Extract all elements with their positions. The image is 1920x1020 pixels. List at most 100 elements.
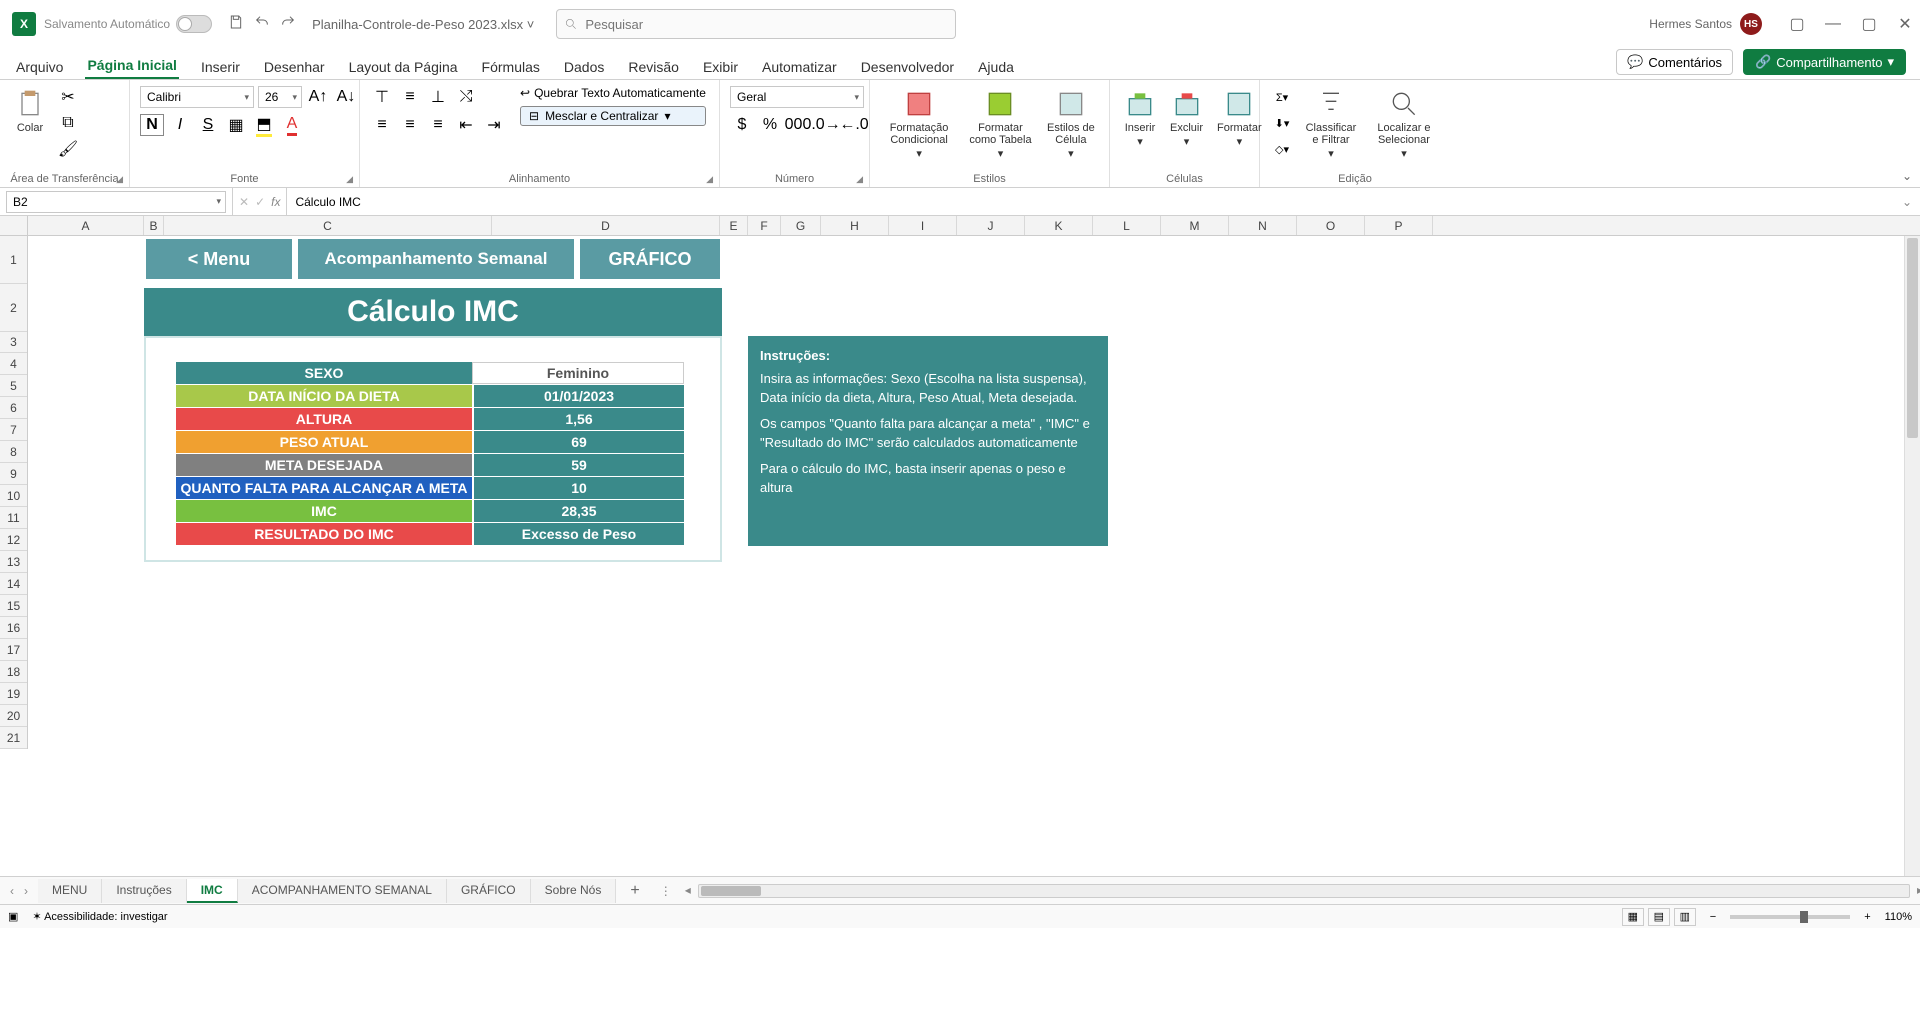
vertical-scrollbar[interactable]: [1904, 236, 1920, 876]
row-header[interactable]: 15: [0, 595, 27, 617]
accessibility-status[interactable]: ✶ Acessibilidade: investigar: [32, 910, 167, 923]
undo-icon[interactable]: [254, 14, 270, 35]
row-header[interactable]: 6: [0, 397, 27, 419]
data-value[interactable]: Feminino: [472, 362, 684, 384]
sheet-tab[interactable]: IMC: [187, 879, 238, 903]
data-value[interactable]: 59: [472, 454, 684, 476]
merge-center-button[interactable]: ⊟Mesclar e Centralizar ▾: [520, 106, 706, 126]
row-header[interactable]: 13: [0, 551, 27, 573]
zoom-slider[interactable]: [1730, 915, 1850, 919]
row-header[interactable]: 5: [0, 375, 27, 397]
italic-icon[interactable]: I: [168, 114, 192, 136]
align-left-icon[interactable]: ≡: [370, 114, 394, 136]
column-header[interactable]: G: [781, 216, 821, 235]
increase-font-icon[interactable]: A↑: [306, 86, 330, 108]
currency-icon[interactable]: $: [730, 114, 754, 136]
maximize-icon[interactable]: ▢: [1860, 15, 1878, 33]
column-header[interactable]: I: [889, 216, 957, 235]
align-middle-icon[interactable]: ≡: [398, 86, 422, 108]
format-cells-button[interactable]: Formatar ▾: [1213, 86, 1266, 150]
add-sheet-button[interactable]: +: [616, 882, 653, 900]
column-header[interactable]: A: [28, 216, 144, 235]
fx-icon[interactable]: fx: [271, 195, 280, 209]
tab-review[interactable]: Revisão: [626, 55, 681, 79]
align-bottom-icon[interactable]: ⊥: [426, 86, 450, 108]
align-center-icon[interactable]: ≡: [398, 114, 422, 136]
comments-button[interactable]: 💬 Comentários: [1616, 49, 1733, 75]
row-header[interactable]: 7: [0, 419, 27, 441]
normal-view-icon[interactable]: ▦: [1622, 908, 1644, 926]
increase-indent-icon[interactable]: ⇥: [482, 114, 506, 136]
formula-input[interactable]: Cálculo IMC: [287, 195, 1893, 209]
increase-decimal-icon[interactable]: .0→: [814, 114, 838, 136]
minimize-icon[interactable]: —: [1824, 15, 1842, 33]
data-value[interactable]: 01/01/2023: [472, 385, 684, 407]
column-header[interactable]: N: [1229, 216, 1297, 235]
tab-draw[interactable]: Desenhar: [262, 55, 327, 79]
format-as-table-button[interactable]: Formatar como Tabela ▾: [964, 86, 1037, 162]
cancel-formula-icon[interactable]: ✕: [239, 195, 249, 209]
cell-styles-button[interactable]: Estilos de Célula ▾: [1043, 86, 1099, 162]
column-header[interactable]: E: [720, 216, 748, 235]
sheet-acomp-button[interactable]: Acompanhamento Semanal: [298, 239, 574, 279]
save-icon[interactable]: [228, 14, 244, 35]
column-header[interactable]: D: [492, 216, 720, 235]
sheet-tab[interactable]: ACOMPANHAMENTO SEMANAL: [238, 879, 447, 903]
row-header[interactable]: 14: [0, 573, 27, 595]
row-header[interactable]: 3: [0, 332, 27, 353]
zoom-in-icon[interactable]: +: [1864, 911, 1870, 923]
close-icon[interactable]: ✕: [1896, 15, 1914, 33]
tab-developer[interactable]: Desenvolvedor: [859, 55, 956, 79]
column-header[interactable]: C: [164, 216, 492, 235]
font-name-combo[interactable]: Calibri: [140, 86, 254, 108]
sheet-tab[interactable]: GRÁFICO: [447, 879, 531, 903]
sheet-tab[interactable]: Sobre Nós: [531, 879, 617, 903]
row-header[interactable]: 8: [0, 441, 27, 463]
align-top-icon[interactable]: ⊤: [370, 86, 394, 108]
align-right-icon[interactable]: ≡: [426, 114, 450, 136]
data-value[interactable]: 10: [472, 477, 684, 499]
bold-icon[interactable]: N: [140, 114, 164, 136]
column-header[interactable]: H: [821, 216, 889, 235]
expand-formula-bar-icon[interactable]: ⌄: [1894, 195, 1920, 209]
sheet-prev-icon[interactable]: ‹: [10, 884, 14, 898]
avatar[interactable]: HS: [1740, 13, 1762, 35]
sheet-grafico-button[interactable]: GRÁFICO: [580, 239, 720, 279]
sheet-menu-button[interactable]: < Menu: [146, 239, 292, 279]
row-header[interactable]: 4: [0, 353, 27, 375]
zoom-out-icon[interactable]: −: [1710, 911, 1716, 923]
enter-formula-icon[interactable]: ✓: [255, 195, 265, 209]
redo-icon[interactable]: [280, 14, 296, 35]
collapse-ribbon-icon[interactable]: ⌄: [1902, 169, 1912, 183]
row-header[interactable]: 21: [0, 727, 27, 749]
format-painter-icon[interactable]: 🖌: [56, 138, 80, 160]
auto-save-toggle[interactable]: [176, 15, 212, 33]
column-header[interactable]: L: [1093, 216, 1161, 235]
page-layout-view-icon[interactable]: ▤: [1648, 908, 1670, 926]
tab-file[interactable]: Arquivo: [14, 55, 65, 79]
row-header[interactable]: 9: [0, 463, 27, 485]
share-button[interactable]: 🔗 Compartilhamento ▾: [1743, 49, 1906, 75]
orientation-icon[interactable]: ⤭: [454, 86, 478, 108]
horizontal-scrollbar[interactable]: ◂ ▸: [698, 884, 1910, 898]
clear-icon[interactable]: ◇▾: [1270, 138, 1294, 160]
paste-button[interactable]: Colar: [10, 86, 50, 136]
tab-home[interactable]: Página Inicial: [85, 53, 178, 79]
search-input[interactable]: [556, 9, 956, 39]
comma-icon[interactable]: 000: [786, 114, 810, 136]
row-header[interactable]: 11: [0, 507, 27, 529]
borders-icon[interactable]: ▦: [224, 114, 248, 136]
row-header[interactable]: 19: [0, 683, 27, 705]
conditional-formatting-button[interactable]: Formatação Condicional ▾: [880, 86, 958, 162]
decrease-font-icon[interactable]: A↓: [334, 86, 358, 108]
row-header[interactable]: 1: [0, 236, 27, 284]
column-header[interactable]: M: [1161, 216, 1229, 235]
select-all-corner[interactable]: [0, 216, 28, 235]
filename[interactable]: Planilha-Controle-de-Peso 2023.xlsx ˅: [312, 17, 534, 32]
wrap-text-button[interactable]: ↩Quebrar Texto Automaticamente: [520, 86, 706, 100]
row-header[interactable]: 10: [0, 485, 27, 507]
row-header[interactable]: 12: [0, 529, 27, 551]
font-size-combo[interactable]: 26: [258, 86, 302, 108]
data-value[interactable]: 69: [472, 431, 684, 453]
sheet-tab[interactable]: Instruções: [102, 879, 186, 903]
